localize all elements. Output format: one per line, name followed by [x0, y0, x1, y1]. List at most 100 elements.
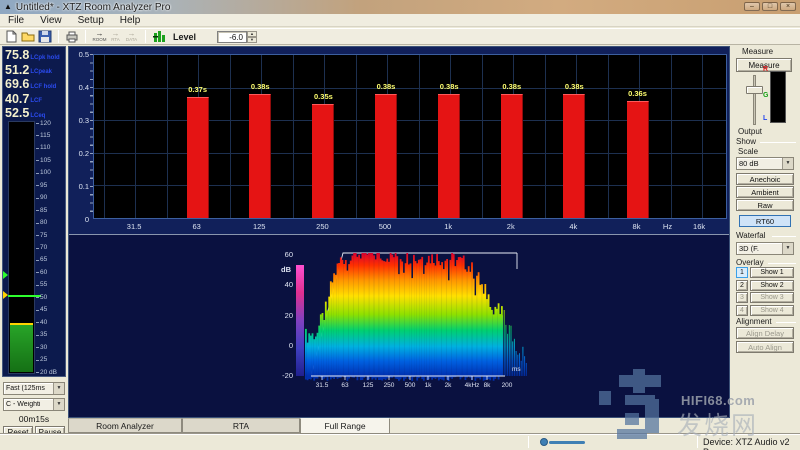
meter-tick — [36, 285, 39, 286]
export-label: ROOM — [93, 38, 107, 43]
overlay-num-1[interactable]: 1 — [736, 267, 748, 278]
measure-group-label: Measure — [742, 47, 773, 56]
new-file-icon[interactable] — [4, 30, 18, 43]
response-speed-dropdown[interactable]: Fast (125ms ▼ — [3, 382, 65, 395]
tab-room-analyzer[interactable]: Room Analyzer — [68, 418, 182, 433]
readout-value: 51.2 — [5, 64, 29, 77]
weighting-dropdown[interactable]: C - Weighti ▼ — [3, 398, 65, 411]
output-label: Output — [738, 127, 762, 136]
waterfall-mode-dropdown[interactable]: 3D (F. ▼ — [736, 242, 794, 255]
close-button[interactable]: × — [780, 2, 796, 11]
waterfall-chart[interactable]: 31.5631252505001k2k4kHz8k6040200-20dBms2… — [69, 235, 729, 417]
chevron-down-icon[interactable]: ▼ — [782, 158, 793, 169]
meter-yellow-line — [10, 323, 33, 325]
readout-label: LCF hold — [30, 84, 56, 90]
status-slider-knob[interactable] — [540, 438, 548, 446]
overlay-show-4-button[interactable]: Show 4 — [750, 305, 794, 316]
output-slider-track[interactable] — [753, 75, 756, 125]
y-axis-label: 0.2 — [69, 149, 89, 158]
meter-tick — [36, 335, 39, 336]
level-spinner[interactable]: -6.0 ▲ ▼ — [217, 31, 257, 43]
chevron-down-icon[interactable]: ▼ — [53, 399, 64, 410]
level-label: Level — [173, 32, 196, 42]
raw-button[interactable]: Raw — [736, 199, 794, 211]
x-axis-label: 2k — [507, 222, 515, 231]
rt60-bar — [249, 94, 271, 218]
level-value[interactable]: -6.0 — [217, 31, 247, 43]
gridline-v — [419, 55, 420, 218]
svg-text:40: 40 — [285, 280, 293, 289]
level-icon[interactable] — [152, 30, 166, 43]
open-folder-icon[interactable] — [21, 30, 35, 43]
menu-setup[interactable]: Setup — [70, 15, 112, 26]
response-speed-value: Fast (125ms — [4, 385, 53, 392]
rt60-plot-area[interactable]: 0.37s0.38s0.35s0.38s0.38s0.38s0.38s0.36s — [93, 54, 727, 219]
chevron-down-icon[interactable]: ▼ — [53, 383, 64, 394]
readout-label: LCF — [30, 98, 42, 104]
meter-tick — [36, 322, 39, 323]
align-delay-button[interactable]: Align Delay — [736, 327, 794, 339]
spin-down-icon[interactable]: ▼ — [247, 37, 257, 43]
readout-value: 40.7 — [5, 93, 29, 106]
x-axis-label: 31.5 — [127, 222, 142, 231]
app-icon: ▲ — [4, 3, 12, 11]
waterfall-group-label: Waterfal — [736, 231, 766, 240]
print-icon[interactable] — [65, 30, 79, 43]
meter-scale-label: 110 — [40, 144, 50, 151]
rt60-bar — [501, 94, 523, 218]
rt60-bar-value: 0.36s — [628, 89, 647, 98]
svg-text:63: 63 — [341, 382, 349, 389]
rt60-bar-value: 0.38s — [440, 82, 459, 91]
status-slider-track[interactable] — [549, 441, 585, 444]
meter-scale-label: 80 — [40, 219, 47, 226]
meter-scale-label: 25 — [40, 356, 47, 363]
readout-row: 51.2LCpeak — [5, 64, 52, 77]
title-bar: ▲ Untitled* - XTZ Room Analyzer Pro — [0, 0, 800, 14]
save-icon[interactable] — [38, 30, 52, 43]
y-axis-label: 0.3 — [69, 116, 89, 125]
overlay-show-3-button[interactable]: Show 3 — [750, 292, 794, 303]
green-marker-icon — [3, 271, 8, 279]
auto-align-button[interactable]: Auto Align — [736, 341, 794, 353]
gridline-v — [482, 55, 483, 218]
weighting-value: C - Weighti — [4, 401, 53, 408]
meter-tick — [36, 160, 39, 161]
menu-help[interactable]: Help — [112, 15, 149, 26]
meter-scale-label: 90 — [40, 194, 47, 201]
meter-scale-label: 75 — [40, 232, 47, 239]
minimize-button[interactable]: – — [744, 2, 760, 11]
scale-dropdown[interactable]: 80 dB ▼ — [736, 157, 794, 170]
overlay-show-2-button[interactable]: Show 2 — [750, 280, 794, 291]
maximize-button[interactable]: □ — [762, 2, 778, 11]
readout-value: 52.5 — [5, 107, 29, 120]
y-minor-ticks — [90, 54, 93, 219]
anechoic-button[interactable]: Anechoic — [736, 173, 794, 185]
export-data-icon[interactable]: →DATA — [124, 30, 139, 44]
meter-scale-label: 55 — [40, 281, 47, 288]
chevron-down-icon[interactable]: ▼ — [782, 243, 793, 254]
overlay-show-1-button[interactable]: Show 1 — [750, 267, 794, 278]
x-axis-label: 500 — [379, 222, 392, 231]
readout-value: 75.8 — [5, 49, 29, 62]
overlay-num-3[interactable]: 3 — [736, 292, 748, 303]
tab-full-range[interactable]: Full Range — [300, 418, 390, 434]
rt60-button[interactable]: RT60 — [739, 215, 791, 227]
svg-text:20: 20 — [285, 311, 293, 320]
ambient-button[interactable]: Ambient — [736, 186, 794, 198]
svg-text:dB: dB — [281, 265, 292, 274]
gridline-v — [608, 55, 609, 218]
x-axis-label: 4k — [569, 222, 577, 231]
elapsed-time: 00m15s — [2, 414, 66, 424]
meter-tick — [36, 148, 39, 149]
device-status: Device: XTZ Audio v2 Pro — [703, 437, 800, 450]
output-slider-handle[interactable] — [746, 86, 763, 94]
export-rta-icon[interactable]: →RTA — [108, 30, 123, 44]
overlay-num-4[interactable]: 4 — [736, 305, 748, 316]
export-room-icon[interactable]: →ROOM — [92, 30, 107, 44]
menu-file[interactable]: File — [0, 15, 32, 26]
overlay-num-2[interactable]: 2 — [736, 280, 748, 291]
svg-text:500: 500 — [405, 382, 416, 389]
readout-label: LCpeak — [30, 69, 52, 75]
tab-rta[interactable]: RTA — [182, 418, 300, 433]
menu-view[interactable]: View — [32, 15, 70, 26]
